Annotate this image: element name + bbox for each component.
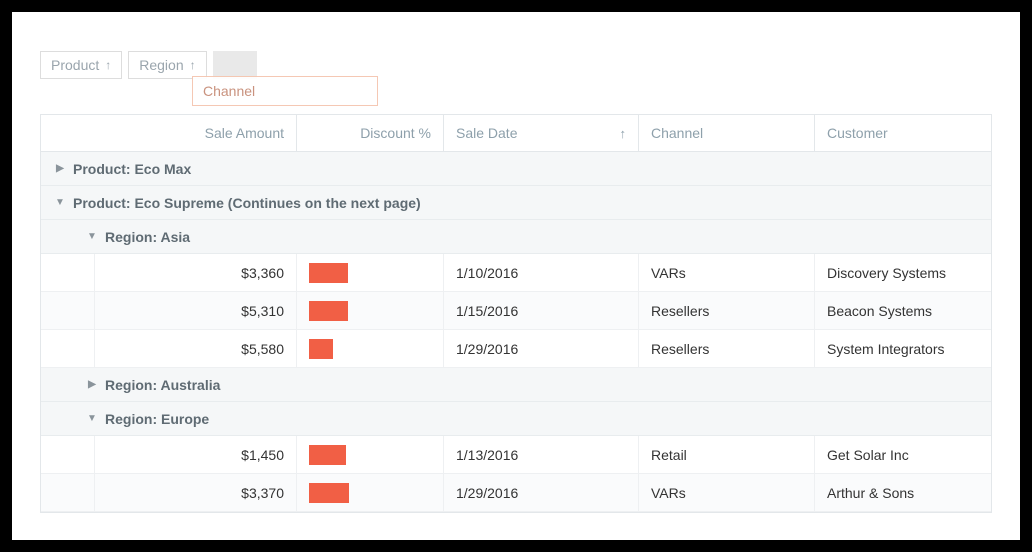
cell-channel: Resellers [639, 292, 815, 329]
chevron-right-icon[interactable]: ▶ [51, 163, 69, 174]
col-sale-date[interactable]: Sale Date ↑ [444, 115, 639, 151]
cell-customer: Beacon Systems [815, 292, 965, 329]
group-label: Region: Australia [105, 377, 220, 393]
col-label: Channel [651, 125, 703, 141]
group-chip-region[interactable]: Region ↑ [128, 51, 206, 79]
cell-sale-date: 1/10/2016 [444, 254, 639, 291]
col-channel[interactable]: Channel [639, 115, 815, 151]
chevron-down-icon[interactable]: ▼ [83, 231, 101, 242]
col-label: Discount % [360, 125, 431, 141]
chevron-down-icon[interactable]: ▼ [83, 413, 101, 424]
group-row-product[interactable]: ▶ Product: Eco Max [41, 152, 991, 186]
col-sale-amount[interactable]: Sale Amount [67, 115, 297, 151]
group-chip-label: Product [51, 57, 99, 73]
data-grid: Sale Amount Discount % Sale Date ↑ Chann… [40, 114, 992, 513]
cell-channel: Resellers [639, 330, 815, 367]
cell-sale-amount: $5,580 [95, 330, 297, 367]
group-label: Product: Eco Supreme (Continues on the n… [73, 195, 421, 211]
chevron-down-icon[interactable]: ▼ [51, 197, 69, 208]
app-frame: Product ↑ Region ↑ Channel Sale Amount D… [12, 12, 1020, 540]
discount-bar [309, 445, 346, 465]
column-drag-ghost[interactable]: Channel [192, 76, 378, 106]
cell-sale-date: 1/29/2016 [444, 330, 639, 367]
table-row: $5,310 1/15/2016 Resellers Beacon System… [41, 292, 991, 330]
group-label: Region: Europe [105, 411, 209, 427]
cell-customer: Get Solar Inc [815, 436, 965, 473]
table-row: $3,360 1/10/2016 VARs Discovery Systems [41, 254, 991, 292]
table-row: $5,580 1/29/2016 Resellers System Integr… [41, 330, 991, 368]
cell-sale-amount: $1,450 [95, 436, 297, 473]
cell-sale-date: 1/13/2016 [444, 436, 639, 473]
group-label: Region: Asia [105, 229, 190, 245]
cell-sale-date: 1/29/2016 [444, 474, 639, 511]
sort-asc-icon: ↑ [190, 58, 196, 72]
discount-bar [309, 263, 348, 283]
cell-discount [297, 474, 444, 511]
cell-discount [297, 254, 444, 291]
group-chip-label: Region [139, 57, 183, 73]
table-row: $1,450 1/13/2016 Retail Get Solar Inc [41, 436, 991, 474]
cell-discount [297, 330, 444, 367]
group-chip-product[interactable]: Product ↑ [40, 51, 122, 79]
col-customer[interactable]: Customer [815, 115, 965, 151]
cell-sale-amount: $3,370 [95, 474, 297, 511]
cell-discount [297, 292, 444, 329]
discount-bar [309, 339, 333, 359]
chevron-right-icon[interactable]: ▶ [83, 379, 101, 390]
cell-sale-date: 1/15/2016 [444, 292, 639, 329]
grid-header-row: Sale Amount Discount % Sale Date ↑ Chann… [41, 114, 991, 152]
group-row-region[interactable]: ▼ Region: Asia [41, 220, 991, 254]
col-label: Customer [827, 125, 888, 141]
cell-sale-amount: $3,360 [95, 254, 297, 291]
group-panel[interactable]: Product ↑ Region ↑ Channel [40, 50, 992, 80]
cell-customer: Arthur & Sons [815, 474, 965, 511]
discount-bar [309, 301, 348, 321]
sort-asc-icon: ↑ [105, 58, 111, 72]
group-label: Product: Eco Max [73, 161, 191, 177]
drag-ghost-label: Channel [203, 83, 255, 99]
col-expand [41, 115, 67, 151]
group-drop-placeholder[interactable] [213, 51, 257, 79]
discount-bar [309, 483, 349, 503]
cell-customer: Discovery Systems [815, 254, 965, 291]
cell-sale-amount: $5,310 [95, 292, 297, 329]
cell-customer: System Integrators [815, 330, 965, 367]
cell-discount [297, 436, 444, 473]
cell-channel: VARs [639, 254, 815, 291]
group-row-product[interactable]: ▼ Product: Eco Supreme (Continues on the… [41, 186, 991, 220]
col-label: Sale Amount [205, 125, 284, 141]
col-discount[interactable]: Discount % [297, 115, 444, 151]
cell-channel: Retail [639, 436, 815, 473]
group-row-region[interactable]: ▼ Region: Europe [41, 402, 991, 436]
table-row: $3,370 1/29/2016 VARs Arthur & Sons [41, 474, 991, 512]
cell-channel: VARs [639, 474, 815, 511]
group-row-region[interactable]: ▶ Region: Australia [41, 368, 991, 402]
sort-asc-icon: ↑ [620, 126, 627, 141]
col-label: Sale Date [456, 125, 517, 141]
